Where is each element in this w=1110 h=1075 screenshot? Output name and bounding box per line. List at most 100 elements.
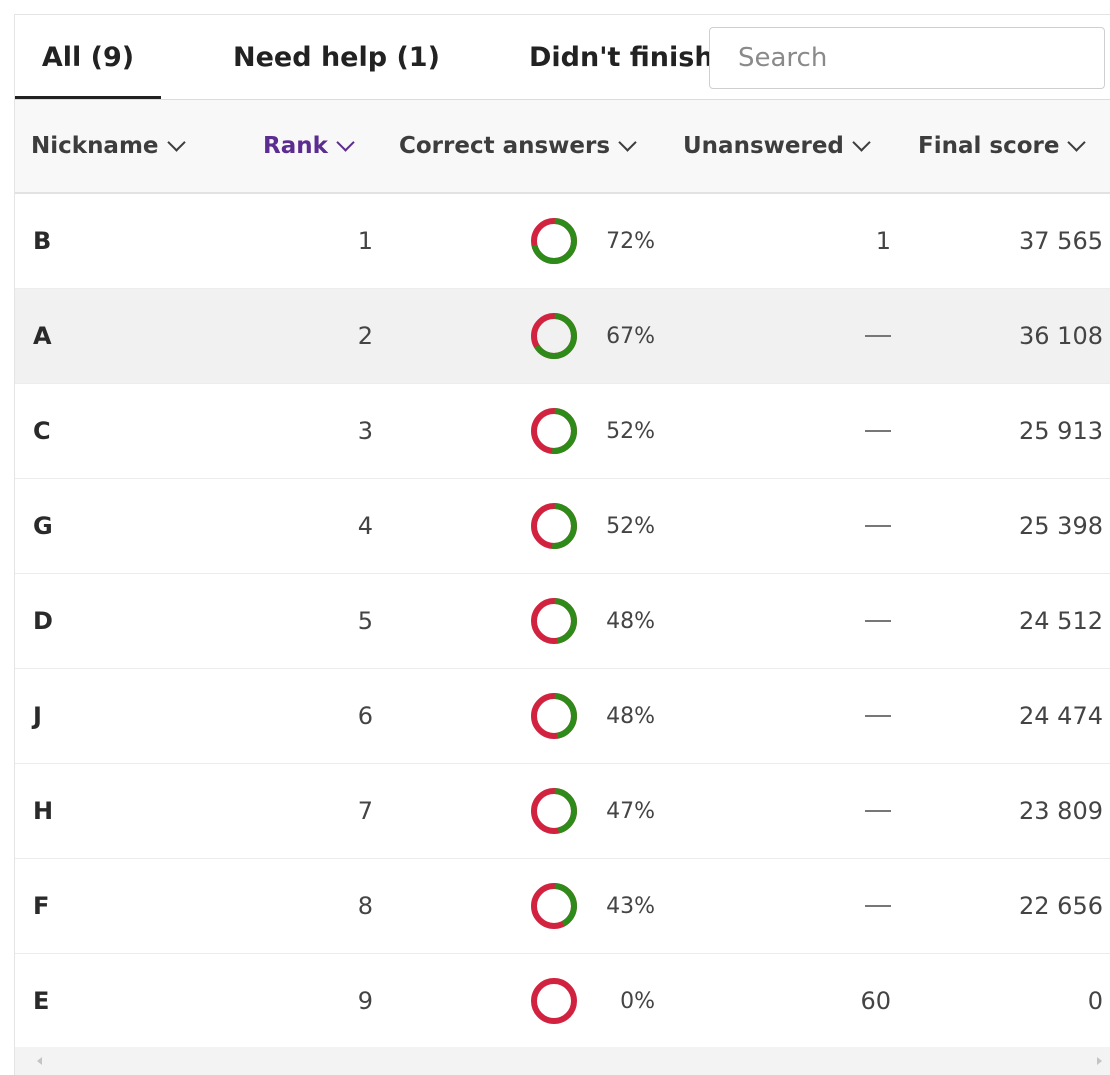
table-row[interactable]: H 7 47% 23 809 xyxy=(15,764,1110,859)
table-body: B 1 72% 1 37 565 A 2 67% 36 108 C 3 52% 25 913 G 4 52% 2… xyxy=(15,194,1110,1049)
correct-percent-cell: 48% xyxy=(606,703,655,729)
empty-value-dash xyxy=(865,620,891,622)
column-header-nickname-label: Nickname xyxy=(31,133,159,159)
column-header-rank[interactable]: Rank xyxy=(263,100,355,192)
final-score-cell: 36 108 xyxy=(1019,322,1103,350)
search-box xyxy=(709,27,1105,89)
rank-cell: 9 xyxy=(357,987,373,1015)
correct-answers-donut-icon xyxy=(531,218,577,264)
column-header-unanswered[interactable]: Unanswered xyxy=(683,100,871,192)
horizontal-scrollbar[interactable] xyxy=(15,1047,1110,1075)
rank-cell: 6 xyxy=(357,702,373,730)
empty-value-dash xyxy=(865,715,891,717)
empty-value-dash xyxy=(865,430,891,432)
unanswered-cell xyxy=(775,479,891,573)
empty-value-dash xyxy=(865,335,891,337)
column-header-final-score-label: Final score xyxy=(918,133,1060,159)
table-row[interactable]: F 8 43% 22 656 xyxy=(15,859,1110,954)
correct-percent-cell: 72% xyxy=(606,228,655,254)
nickname-cell: D xyxy=(33,607,53,635)
empty-value-dash xyxy=(865,810,891,812)
correct-answers-donut-cell xyxy=(529,954,579,1048)
nickname-cell: E xyxy=(33,987,50,1015)
final-score-cell: 37 565 xyxy=(1019,227,1103,255)
final-score-cell: 24 474 xyxy=(1019,702,1103,730)
correct-answers-donut-icon xyxy=(531,503,577,549)
correct-answers-donut-cell xyxy=(529,574,579,668)
correct-percent-cell: 67% xyxy=(606,323,655,349)
rank-cell: 8 xyxy=(357,892,373,920)
table-row[interactable]: A 2 67% 36 108 xyxy=(15,289,1110,384)
table-row[interactable]: B 1 72% 1 37 565 xyxy=(15,194,1110,289)
final-score-cell: 25 913 xyxy=(1019,417,1103,445)
correct-percent-cell: 47% xyxy=(606,798,655,824)
search-input[interactable] xyxy=(738,43,1078,73)
correct-answers-donut-icon xyxy=(531,408,577,454)
correct-answers-donut-cell xyxy=(529,384,579,478)
tab-need-help[interactable]: Need help (1) xyxy=(233,15,440,99)
rank-cell: 1 xyxy=(357,227,373,255)
tab-didnt-finish-label: Didn't finish xyxy=(529,41,714,73)
final-score-cell: 25 398 xyxy=(1019,512,1103,540)
unanswered-cell xyxy=(775,574,891,668)
rank-cell: 7 xyxy=(357,797,373,825)
tab-all[interactable]: All (9) xyxy=(15,15,161,99)
unanswered-cell xyxy=(775,764,891,858)
correct-answers-donut-icon xyxy=(531,883,577,929)
nickname-cell: A xyxy=(33,322,52,350)
final-score-cell: 0 xyxy=(1087,987,1103,1015)
rank-cell: 5 xyxy=(357,607,373,635)
final-score-cell: 23 809 xyxy=(1019,797,1103,825)
table-row[interactable]: D 5 48% 24 512 xyxy=(15,574,1110,669)
table-row[interactable]: J 6 48% 24 474 xyxy=(15,669,1110,764)
correct-answers-donut-cell xyxy=(529,669,579,763)
results-panel: All (9) Need help (1) Didn't finish Nick… xyxy=(14,14,1110,1075)
chevron-down-icon xyxy=(166,132,186,152)
rank-cell: 2 xyxy=(357,322,373,350)
rank-cell: 4 xyxy=(357,512,373,540)
unanswered-cell xyxy=(775,859,891,953)
unanswered-cell: 1 xyxy=(875,227,891,255)
correct-answers-donut-icon xyxy=(531,788,577,834)
empty-value-dash xyxy=(865,525,891,527)
column-header-correct-answers[interactable]: Correct answers xyxy=(399,100,637,192)
correct-answers-donut-cell xyxy=(529,859,579,953)
table-row[interactable]: C 3 52% 25 913 xyxy=(15,384,1110,479)
nickname-cell: G xyxy=(33,512,53,540)
correct-percent-cell: 43% xyxy=(606,893,655,919)
chevron-down-icon xyxy=(618,132,637,152)
chevron-down-icon xyxy=(852,132,871,152)
table-row[interactable]: G 4 52% 25 398 xyxy=(15,479,1110,574)
correct-percent-cell: 48% xyxy=(606,608,655,634)
column-header-final-score[interactable]: Final score xyxy=(918,100,1087,192)
unanswered-cell xyxy=(775,384,891,478)
column-header-rank-label: Rank xyxy=(263,133,328,159)
correct-answers-donut-cell xyxy=(529,764,579,858)
correct-percent-cell: 0% xyxy=(620,988,655,1014)
rank-cell: 3 xyxy=(357,417,373,445)
nickname-cell: J xyxy=(33,702,42,730)
nickname-cell: B xyxy=(33,227,52,255)
correct-percent-cell: 52% xyxy=(606,418,655,444)
table-row[interactable]: E 9 0% 60 0 xyxy=(15,954,1110,1049)
nickname-cell: H xyxy=(33,797,54,825)
tab-bar: All (9) Need help (1) Didn't finish xyxy=(15,15,1110,99)
scroll-left-arrow-icon[interactable] xyxy=(37,1057,42,1065)
scroll-right-arrow-icon[interactable] xyxy=(1097,1057,1102,1065)
column-header-nickname[interactable]: Nickname xyxy=(31,100,186,192)
correct-answers-donut-cell xyxy=(529,194,579,288)
final-score-cell: 22 656 xyxy=(1019,892,1103,920)
column-header-correct-answers-label: Correct answers xyxy=(399,133,611,159)
tab-didnt-finish[interactable]: Didn't finish xyxy=(529,15,719,99)
correct-answers-donut-icon xyxy=(531,598,577,644)
correct-answers-donut-icon xyxy=(531,978,577,1024)
empty-value-dash xyxy=(865,905,891,907)
nickname-cell: F xyxy=(33,892,50,920)
nickname-cell: C xyxy=(33,417,51,445)
unanswered-cell: 60 xyxy=(860,987,891,1015)
correct-answers-donut-icon xyxy=(531,313,577,359)
chevron-down-icon xyxy=(1067,132,1087,152)
table-header: Nickname Rank Correct answers Unanswered… xyxy=(15,100,1110,194)
correct-answers-donut-cell xyxy=(529,479,579,573)
final-score-cell: 24 512 xyxy=(1019,607,1103,635)
